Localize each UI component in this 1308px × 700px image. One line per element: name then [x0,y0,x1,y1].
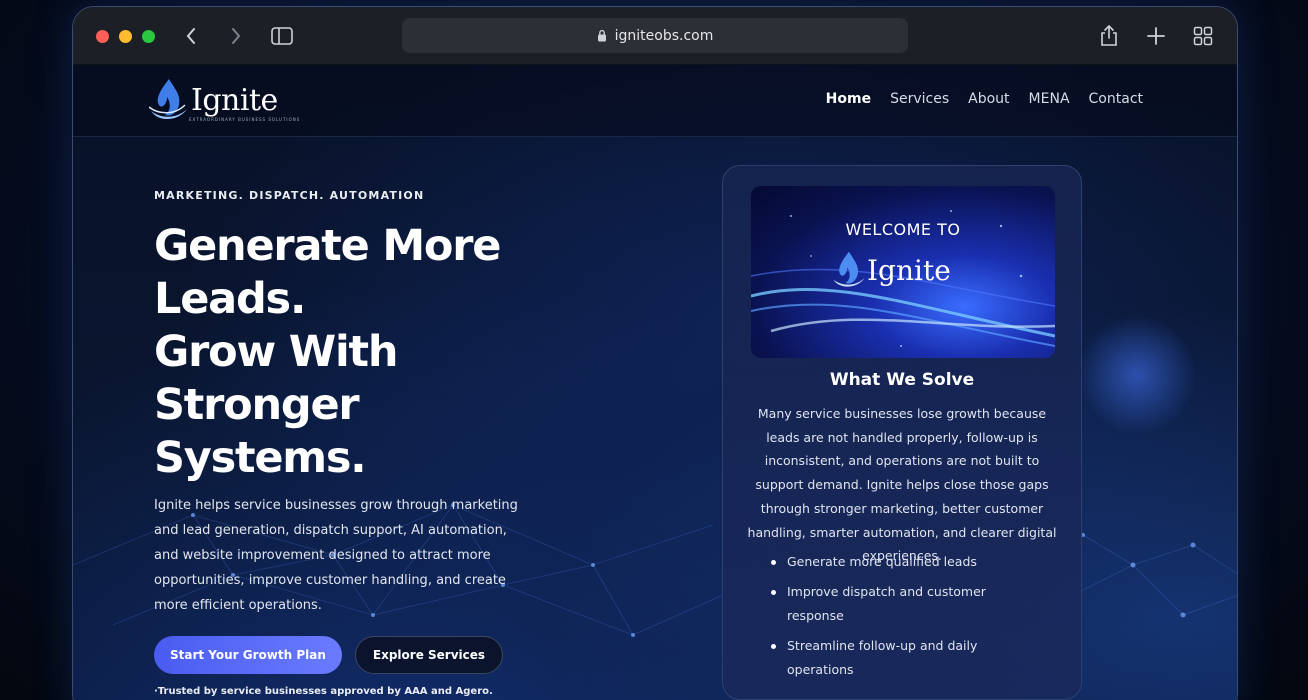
trusted-note: ·Trusted by service businesses approved … [154,686,493,697]
welcome-text: WELCOME TO [845,220,961,239]
hero-description: Ignite helps service businesses grow thr… [154,498,518,613]
forward-icon[interactable] [224,24,248,48]
maximize-window-button[interactable] [142,30,155,43]
list-item: Generate more qualified leads [769,550,1009,574]
site-header: Ignite EXTRAORDINARY BUSINESS SOLUTIONS … [73,65,1237,137]
cta-row: Start Your Growth Plan Explore Services [154,636,594,674]
headline-line: Systems. [154,433,367,483]
headline-line: Stronger [154,380,360,430]
explore-services-button[interactable]: Explore Services [354,636,504,674]
hero-headline: Generate More Leads. Grow With Stronger … [154,220,594,485]
solve-list: Generate more qualified leads Improve di… [769,550,1009,688]
browser-toolbar: igniteobs.com [73,7,1237,65]
site-logo[interactable]: Ignite EXTRAORDINARY BUSINESS SOLUTIONS [149,77,299,123]
main-nav: Home Services About MENA Contact [826,91,1143,107]
headline-line: Grow With [154,327,398,377]
banner-logo-word: Ignite [867,253,951,287]
nav-mena[interactable]: MENA [1029,91,1070,107]
url-text: igniteobs.com [614,27,714,44]
nav-services[interactable]: Services [890,91,949,107]
card-description: Many service businesses lose growth beca… [747,406,1057,564]
nav-home[interactable]: Home [826,91,871,107]
what-we-solve-card: WELCOME TO Ignite What We Solve Many ser… [722,165,1082,700]
share-icon[interactable] [1097,24,1121,48]
list-item: Improve dispatch and customer response [769,580,1009,628]
lock-icon [597,29,607,42]
hero-eyebrow: MARKETING. DISPATCH. AUTOMATION [154,189,425,202]
browser-window: igniteobs.com Ignite EXTRAORDINARY BUSIN… [72,6,1238,700]
minimize-window-button[interactable] [119,30,132,43]
new-tab-icon[interactable] [1144,24,1168,48]
start-growth-plan-button[interactable]: Start Your Growth Plan [154,636,342,674]
flame-logo-icon [149,79,187,120]
list-item: Streamline follow-up and daily operation… [769,634,1009,682]
hero-section: MARKETING. DISPATCH. AUTOMATION Generate… [154,189,594,697]
card-title: What We Solve [829,370,975,390]
banner-logo: Ignite [831,250,951,290]
back-icon[interactable] [179,24,203,48]
web-page: Ignite EXTRAORDINARY BUSINESS SOLUTIONS … [73,65,1237,700]
close-window-button[interactable] [96,30,109,43]
headline-line: Generate More [154,221,501,271]
welcome-banner-image: WELCOME TO Ignite [751,186,1055,358]
nav-about[interactable]: About [968,91,1009,107]
address-bar[interactable]: igniteobs.com [402,18,908,53]
logo-wordmark: Ignite [191,82,278,118]
sidebar-icon[interactable] [270,24,294,48]
tab-overview-icon[interactable] [1191,24,1215,48]
flame-logo-icon [833,251,865,287]
headline-line: Leads. [154,274,306,324]
logo-tagline: EXTRAORDINARY BUSINESS SOLUTIONS [189,117,301,122]
nav-contact[interactable]: Contact [1089,91,1143,107]
